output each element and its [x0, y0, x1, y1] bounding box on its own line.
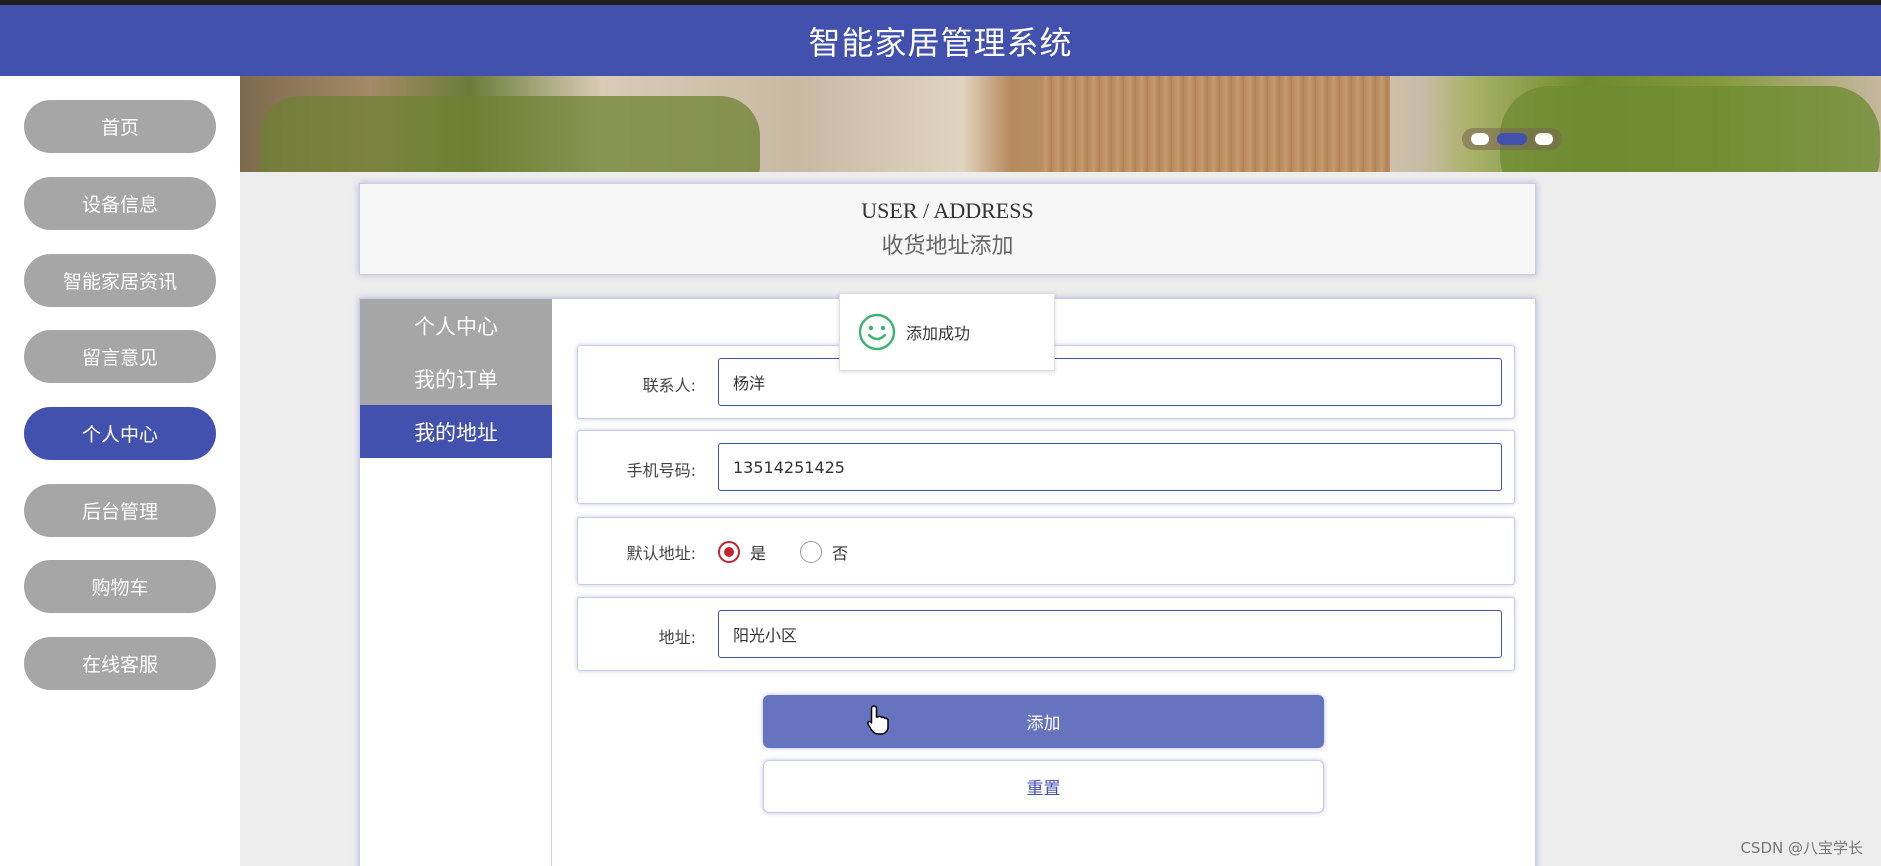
page-title-en: USER / ADDRESS — [861, 198, 1034, 223]
success-toast: 添加成功 — [839, 293, 1055, 371]
radio-yes-label[interactable]: 是 — [750, 540, 766, 564]
sidebar-item-smart-home-news[interactable]: 智能家居资讯 — [24, 254, 216, 307]
banner-carousel — [240, 76, 1881, 172]
radio-yes[interactable] — [718, 541, 740, 563]
carousel-dot-3[interactable] — [1535, 133, 1553, 145]
page-title-cn: 收货地址添加 — [881, 234, 1014, 259]
sidebar-item-cart[interactable]: 购物车 — [24, 560, 216, 613]
subnav-item-personal-center[interactable]: 个人中心 — [360, 299, 552, 352]
sidebar: 首页 设备信息 智能家居资讯 留言意见 个人中心 后台管理 购物车 在线客服 — [0, 76, 240, 866]
contact-input[interactable]: 杨洋 — [718, 358, 1502, 406]
sidebar-item-feedback[interactable]: 留言意见 — [24, 330, 216, 383]
reset-button[interactable]: 重置 — [763, 760, 1324, 813]
personal-subnav: 个人中心 我的订单 我的地址 — [360, 299, 552, 866]
sidebar-item-home[interactable]: 首页 — [24, 100, 216, 153]
page-title-box: USER / ADDRESS 收货地址添加 — [359, 183, 1536, 275]
radio-no-label[interactable]: 否 — [832, 540, 848, 564]
sidebar-item-online-service[interactable]: 在线客服 — [24, 637, 216, 690]
address-input[interactable]: 阳光小区 — [718, 610, 1502, 658]
contact-label: 联系人: — [642, 376, 696, 395]
site-title: 智能家居管理系统 — [808, 23, 1073, 62]
radio-no[interactable] — [800, 541, 823, 563]
sidebar-item-admin[interactable]: 后台管理 — [24, 484, 216, 537]
address-label: 地址: — [658, 628, 696, 647]
site-header: 智能家居管理系统 — [0, 5, 1881, 76]
watermark: CSDN @八宝学长 — [1740, 839, 1863, 857]
address-row: 地址: 阳光小区 — [577, 597, 1515, 671]
carousel-dot-1[interactable] — [1471, 133, 1489, 145]
subnav-item-my-address[interactable]: 我的地址 — [360, 405, 552, 458]
radio-yes-dot — [724, 547, 734, 557]
add-button[interactable]: 添加 — [763, 695, 1324, 748]
phone-label: 手机号码: — [626, 461, 696, 480]
sidebar-item-device-info[interactable]: 设备信息 — [24, 177, 216, 230]
sidebar-item-personal-center[interactable]: 个人中心 — [24, 407, 216, 460]
carousel-indicators — [1462, 128, 1562, 150]
carousel-dot-2[interactable] — [1497, 133, 1527, 145]
phone-input[interactable]: 13514251425 — [718, 443, 1502, 491]
subnav-item-my-orders[interactable]: 我的订单 — [360, 352, 552, 405]
banner-image-sofa-left — [260, 96, 760, 172]
banner-image-wood — [1040, 76, 1390, 172]
address-panel: 个人中心 我的订单 我的地址 联系人: 杨洋 手机号码: 13514251425… — [359, 298, 1536, 866]
default-address-radio-group: 是 否 — [718, 540, 882, 564]
default-address-label: 默认地址: — [626, 544, 696, 563]
hand-cursor-icon — [867, 705, 889, 735]
default-address-row: 默认地址: 是 否 — [577, 517, 1515, 585]
phone-row: 手机号码: 13514251425 — [577, 430, 1515, 504]
toast-text: 添加成功 — [906, 324, 971, 343]
smile-icon — [858, 313, 896, 351]
